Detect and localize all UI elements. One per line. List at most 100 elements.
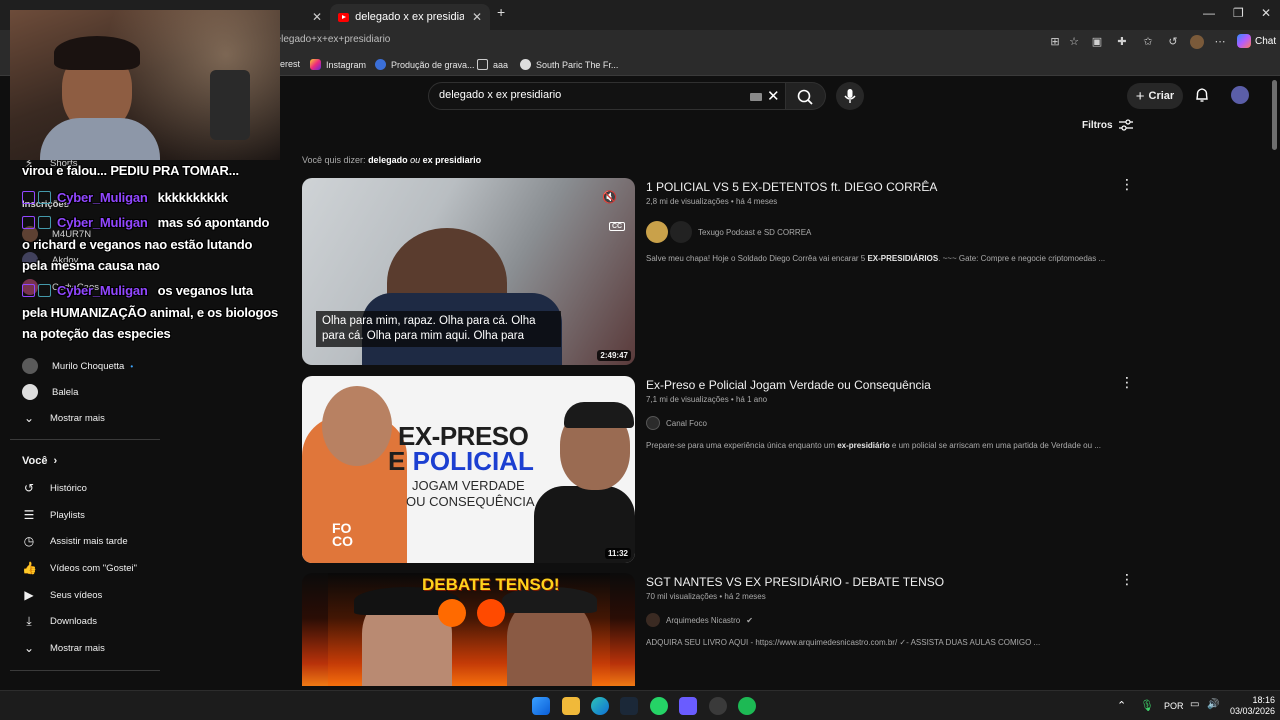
sidebar-item-downloads[interactable]: ⤓ Downloads [22,614,97,628]
app-available-icon[interactable]: ⊞ [1048,35,1062,49]
file-explorer-icon[interactable] [562,697,580,715]
spotify-icon[interactable] [738,697,756,715]
video-result[interactable]: EX-PRESO E POLICIAL JOGAM VERDADE OU CON… [302,375,1142,564]
profile-avatar-icon[interactable] [1190,35,1204,49]
edge-icon[interactable] [591,697,609,715]
app-icon[interactable] [709,697,727,715]
system-clock[interactable]: 18:16 03/03/2026 [1230,695,1275,717]
bookmark-item[interactable]: erest [280,59,300,69]
browser-tab-youtube[interactable]: delegado x ex presidiario - YouTube ✕ [330,4,490,30]
sidebar-show-more[interactable]: ⌄ Mostrar mais [22,411,105,425]
twitch-badge-icon [22,191,35,204]
thumbnail-cap [564,402,634,428]
history-icon[interactable]: ↺ [1166,35,1180,49]
create-button[interactable]: + Criar [1127,83,1183,109]
chat-line: Cyber_Muligan mas só apontando [22,215,269,230]
video-duration: 2:49:47 [597,350,631,361]
more-actions-icon[interactable]: ⋮ [1120,177,1134,191]
mod-badge-icon [38,191,51,204]
sidebar-section-label: Você [22,455,48,467]
channel-name[interactable]: Texugo Podcast e SD CORREA [698,228,811,237]
channel-row[interactable]: Texugo Podcast e SD CORREA [646,221,811,243]
channel-name[interactable]: Canal Foco [666,419,707,428]
search-icon [797,89,813,105]
channel-avatar[interactable] [646,416,660,430]
app-icon[interactable] [679,697,697,715]
video-thumbnail[interactable]: DEBATE TENSO! [302,573,635,686]
video-thumbnail[interactable]: EX-PRESO E POLICIAL JOGAM VERDADE OU CON… [302,376,635,563]
search-input[interactable]: delegado x ex presidiario ✕ [428,82,786,110]
favorites-icon[interactable]: ✩ [1141,35,1155,49]
close-tab-icon[interactable]: ✕ [472,10,482,24]
favorite-star-icon[interactable]: ☆ [1067,35,1081,49]
bookmark-folder-aaa[interactable]: aaa [477,59,508,70]
chevron-up-icon[interactable]: ⌃ [1117,699,1129,717]
url-field[interactable]: delegado+x+ex+presidiario [270,34,390,45]
thumbnail-banner: DEBATE TENSO! [422,575,560,594]
channel-avatar[interactable] [670,221,692,243]
browser-tab-previous[interactable]: ✕ [296,4,332,30]
close-window-button[interactable]: ✕ [1261,6,1271,20]
sidebar-channel[interactable]: Balela [22,384,78,400]
input-language[interactable]: POR [1164,701,1184,711]
page-scrollbar[interactable] [1272,80,1277,150]
more-actions-icon[interactable]: ⋮ [1120,572,1134,586]
close-icon[interactable]: ✕ [312,10,322,24]
channel-row[interactable]: Canal Foco [646,416,707,430]
notifications-button[interactable] [1193,86,1211,104]
bookmark-instagram[interactable]: Instagram [310,59,366,70]
sidebar-item-liked[interactable]: 👍 Vídeos com "Gostei" [22,561,137,575]
channel-avatar[interactable] [646,221,668,243]
channel-row[interactable]: Arquimedes Nicastro ✔ [646,613,753,627]
video-description: Salve meu chapa! Hoje o Soldado Diego Co… [646,254,1106,263]
mute-icon[interactable]: 🔇 [602,190,617,204]
maximize-button[interactable]: ❐ [1233,6,1244,20]
new-tab-button[interactable]: + [497,4,505,20]
search-button[interactable] [786,82,826,110]
video-description: ADQUIRA SEU LIVRO AQUI - https://www.arq… [646,638,1041,647]
voice-search-button[interactable] [836,82,864,110]
angry-emoji-icon [438,599,466,627]
microphone-icon[interactable]: 🎙 [1140,699,1154,717]
history-icon: ↺ [23,481,35,495]
bookmark-south-paric[interactable]: South Paric The Fr... [520,59,618,70]
bookmark-producao[interactable]: Produção de grava... [375,59,475,70]
more-menu-icon[interactable]: ⋯ [1213,35,1227,49]
sidebar-item-history[interactable]: ↺ Histórico [22,481,87,495]
clear-search-icon[interactable]: ✕ [767,87,780,105]
copilot-chat-button[interactable]: Chat [1237,34,1276,48]
volume-icon[interactable]: 🔊 [1207,699,1219,717]
video-title[interactable]: Ex-Preso e Policial Jogam Verdade ou Con… [646,378,931,392]
more-actions-icon[interactable]: ⋮ [1120,375,1134,389]
sidebar-channel[interactable]: Murilo Choquetta • [22,358,133,374]
tab-title: delegado x ex presidiario - YouTube [355,11,464,23]
bookmark-label: erest [280,59,301,69]
video-result[interactable]: 🔇 CC Olha para mim, rapaz. Olha para cá.… [302,177,1142,366]
start-icon[interactable] [532,697,550,715]
steam-icon[interactable] [620,697,638,715]
filters-button[interactable]: Filtros [1082,119,1133,131]
suggestion-part: ou [410,155,421,165]
sidebar-section-you[interactable]: Você › [22,455,57,467]
extensions-icon[interactable]: ✚ [1115,35,1129,49]
folder-icon [477,59,488,70]
video-result[interactable]: DEBATE TENSO! SGT NANTES VS EX PRESIDIÁR… [302,572,1142,686]
sidebar-show-more[interactable]: ⌄ Mostrar mais [22,641,105,655]
minimize-button[interactable]: — [1203,6,1215,20]
split-screen-icon[interactable]: ▣ [1090,35,1104,49]
account-avatar[interactable] [1231,86,1249,104]
channel-name[interactable]: Arquimedes Nicastro [666,616,740,625]
keyboard-icon[interactable] [750,93,762,101]
whatsapp-icon[interactable] [650,697,668,715]
network-icon[interactable]: ▭ [1190,699,1202,717]
did-you-mean-link[interactable]: delegado ou ex presidiario [368,155,481,165]
channel-avatar[interactable] [646,613,660,627]
video-title[interactable]: SGT NANTES VS EX PRESIDIÁRIO - DEBATE TE… [646,575,944,589]
sidebar-item-your-videos[interactable]: ▶ Seus vídeos [22,588,102,602]
sidebar-item-playlists[interactable]: ☰ Playlists [22,508,85,522]
video-thumbnail[interactable]: 🔇 CC Olha para mim, rapaz. Olha para cá.… [302,178,635,365]
video-title[interactable]: 1 POLICIAL VS 5 EX-DETENTOS ft. DIEGO CO… [646,180,937,194]
sidebar-item-watch-later[interactable]: ◷ Assistir mais tarde [22,534,128,548]
cc-icon[interactable]: CC [609,222,626,231]
instagram-icon [310,59,321,70]
